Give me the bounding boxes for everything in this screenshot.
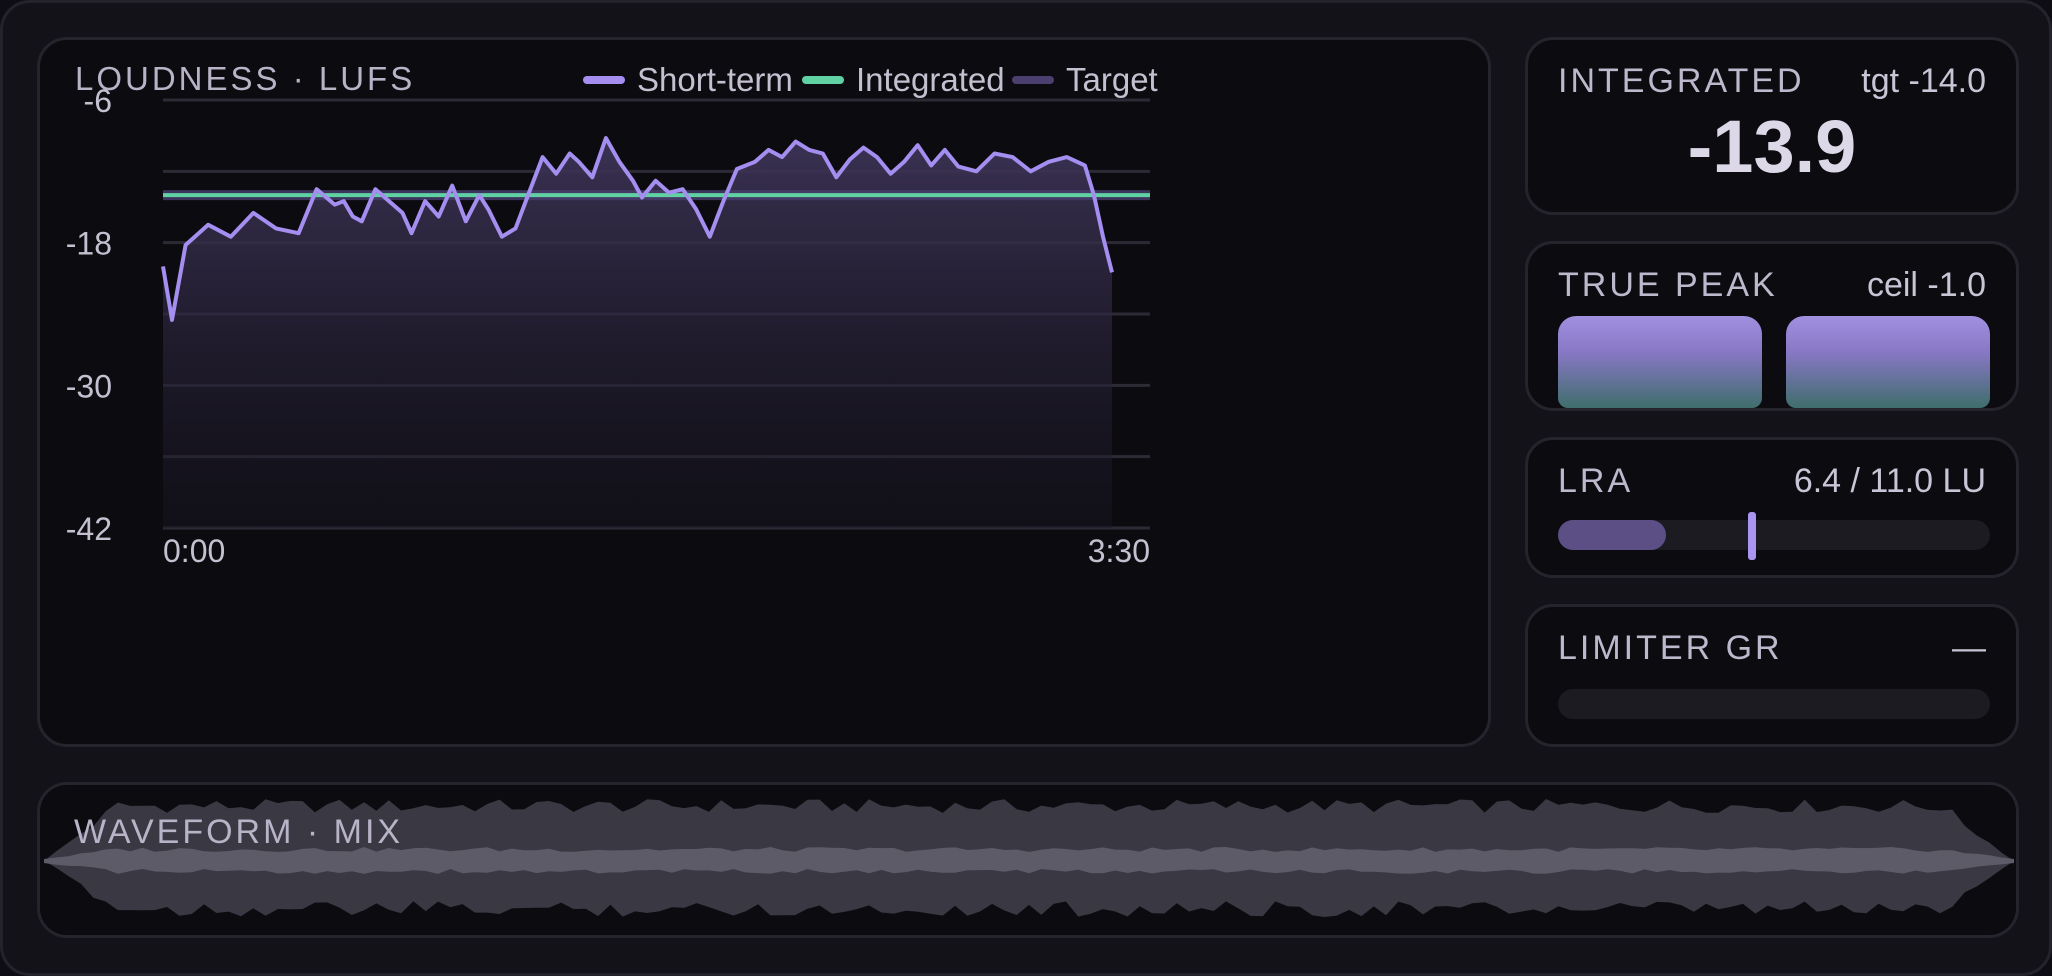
loudness-chart: -6-18-30-420:00 3:30 LOUDNESS · LUFS Shor… <box>66 60 1158 569</box>
lra-label: LRA <box>1558 462 1634 500</box>
chart-legend: Short-term Integrated Target <box>583 61 1158 98</box>
waveform-panel: WAVEFORM · MIX <box>37 782 2019 938</box>
integrated-card: INTEGRATED tgt -14.0 -13.9 <box>1525 37 2019 215</box>
x-tick-label: 3:30 <box>1088 533 1150 569</box>
limiter-label: LIMITER GR <box>1558 629 1783 667</box>
true-peak-ceiling: ceil -1.0 <box>1866 266 1986 304</box>
waveform <box>44 799 2014 917</box>
limiter-track <box>1558 689 1990 719</box>
chart-title: LOUDNESS · LUFS <box>75 60 415 97</box>
legend-label: Integrated <box>856 61 1005 98</box>
y-tick-label: -42 <box>66 511 112 547</box>
loudness-chart-panel: -6 -18 -30 -42 0:00 3:30 LOUDNESS · LUFS Shor… <box>37 37 1491 747</box>
true-peak-card: TRUE PEAK ceil -1.0 <box>1525 241 2019 411</box>
x-tick-label: 0:00 <box>163 533 225 569</box>
lra-card: LRA 6.4 / 11.0 LU <box>1525 437 2019 578</box>
integrated-label: INTEGRATED <box>1558 62 1805 100</box>
lra-track <box>1558 520 1990 550</box>
waveform-title: WAVEFORM · MIX <box>74 813 404 851</box>
lra-fill <box>1558 520 1666 550</box>
true-peak-right-meter <box>1786 316 1990 408</box>
lra-readout: 6.4 / 11.0 LU <box>1793 462 1986 500</box>
limiter-readout: — <box>1952 629 1986 667</box>
limiter-card: LIMITER GR — <box>1525 604 2019 747</box>
legend-label: Target <box>1066 61 1158 98</box>
integrated-value: -13.9 <box>1687 105 1857 188</box>
y-tick-label: -18 <box>66 226 112 262</box>
lra-target-marker <box>1748 512 1757 560</box>
legend-label: Short-term <box>637 61 793 98</box>
true-peak-label: TRUE PEAK <box>1558 266 1778 304</box>
true-peak-left-meter <box>1558 316 1762 408</box>
y-tick-label: -30 <box>66 368 112 404</box>
integrated-target: tgt -14.0 <box>1861 62 1986 100</box>
